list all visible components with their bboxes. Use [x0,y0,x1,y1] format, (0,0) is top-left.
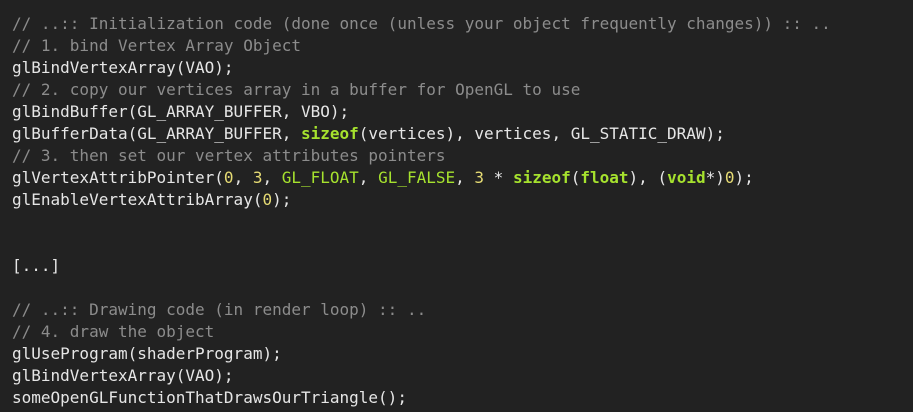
code-text: ), ( [628,168,668,187]
code-line: glBindVertexArray(VAO); [12,365,913,387]
code-text: ( [570,168,581,187]
code-line: // ..:: Drawing code (in render loop) ::… [12,299,913,321]
code-comment: // 4. draw the object [12,322,215,341]
code-text: , [262,168,282,187]
code-line: glBindBuffer(GL_ARRAY_BUFFER, VBO); [12,101,913,123]
code-line: [...] [12,255,913,277]
code-text: ); [734,168,754,187]
code-text: glVertexAttribPointer( [12,168,224,187]
code-block[interactable]: // ..:: Initialization code (done once (… [0,0,913,412]
code-line: // 2. copy our vertices array in a buffe… [12,79,913,101]
code-text: * [484,168,513,187]
code-line: glEnableVertexAttribArray(0); [12,189,913,211]
code-line: glVertexAttribPointer(0, 3, GL_FLOAT, GL… [12,167,913,189]
code-line: glBindVertexArray(VAO); [12,57,913,79]
code-comment: // ..:: Initialization code (done once (… [12,14,831,33]
code-keyword: sizeof [300,124,359,143]
code-line: someOpenGLFunctionThatDrawsOurTriangle()… [12,387,913,409]
code-line: // 1. bind Vertex Array Object [12,35,913,57]
code-text: , [358,168,379,187]
code-number: 3 [474,168,485,187]
code-keyword: sizeof [512,168,571,187]
code-number: 0 [724,168,735,187]
code-text: [...] [12,256,61,275]
code-number: 0 [223,168,234,187]
code-text: glUseProgram(shaderProgram); [12,344,282,363]
code-line: // ..:: Initialization code (done once (… [12,13,913,35]
code-line: glUseProgram(shaderProgram); [12,343,913,365]
code-text: , [233,168,253,187]
code-text: *) [705,168,725,187]
code-comment: // 3. then set our vertex attributes poi… [12,146,446,165]
code-comment: // ..:: Drawing code (in render loop) ::… [12,300,427,319]
code-line: // 4. draw the object [12,321,913,343]
code-text: (vertices), vertices, GL_STATIC_DRAW); [358,124,725,143]
code-text: glBufferData(GL_ARRAY_BUFFER, [12,124,301,143]
code-text: ); [272,190,292,209]
code-constant: GL_FLOAT [281,168,359,187]
code-text: glBindVertexArray(VAO); [12,366,234,385]
code-text: someOpenGLFunctionThatDrawsOurTriangle()… [12,388,407,407]
code-text: glBindBuffer(GL_ARRAY_BUFFER, VBO); [12,102,350,121]
code-text: , [455,168,475,187]
code-text: glBindVertexArray(VAO); [12,58,234,77]
code-line: // 3. then set our vertex attributes poi… [12,145,913,167]
code-keyword: float [580,168,629,187]
code-comment: // 1. bind Vertex Array Object [12,36,301,55]
code-text: glEnableVertexAttribArray( [12,190,263,209]
code-constant: GL_FALSE [378,168,456,187]
code-comment: // 2. copy our vertices array in a buffe… [12,80,581,99]
code-keyword: void [667,168,706,187]
code-line: glBufferData(GL_ARRAY_BUFFER, sizeof(ver… [12,123,913,145]
code-number: 0 [262,190,273,209]
